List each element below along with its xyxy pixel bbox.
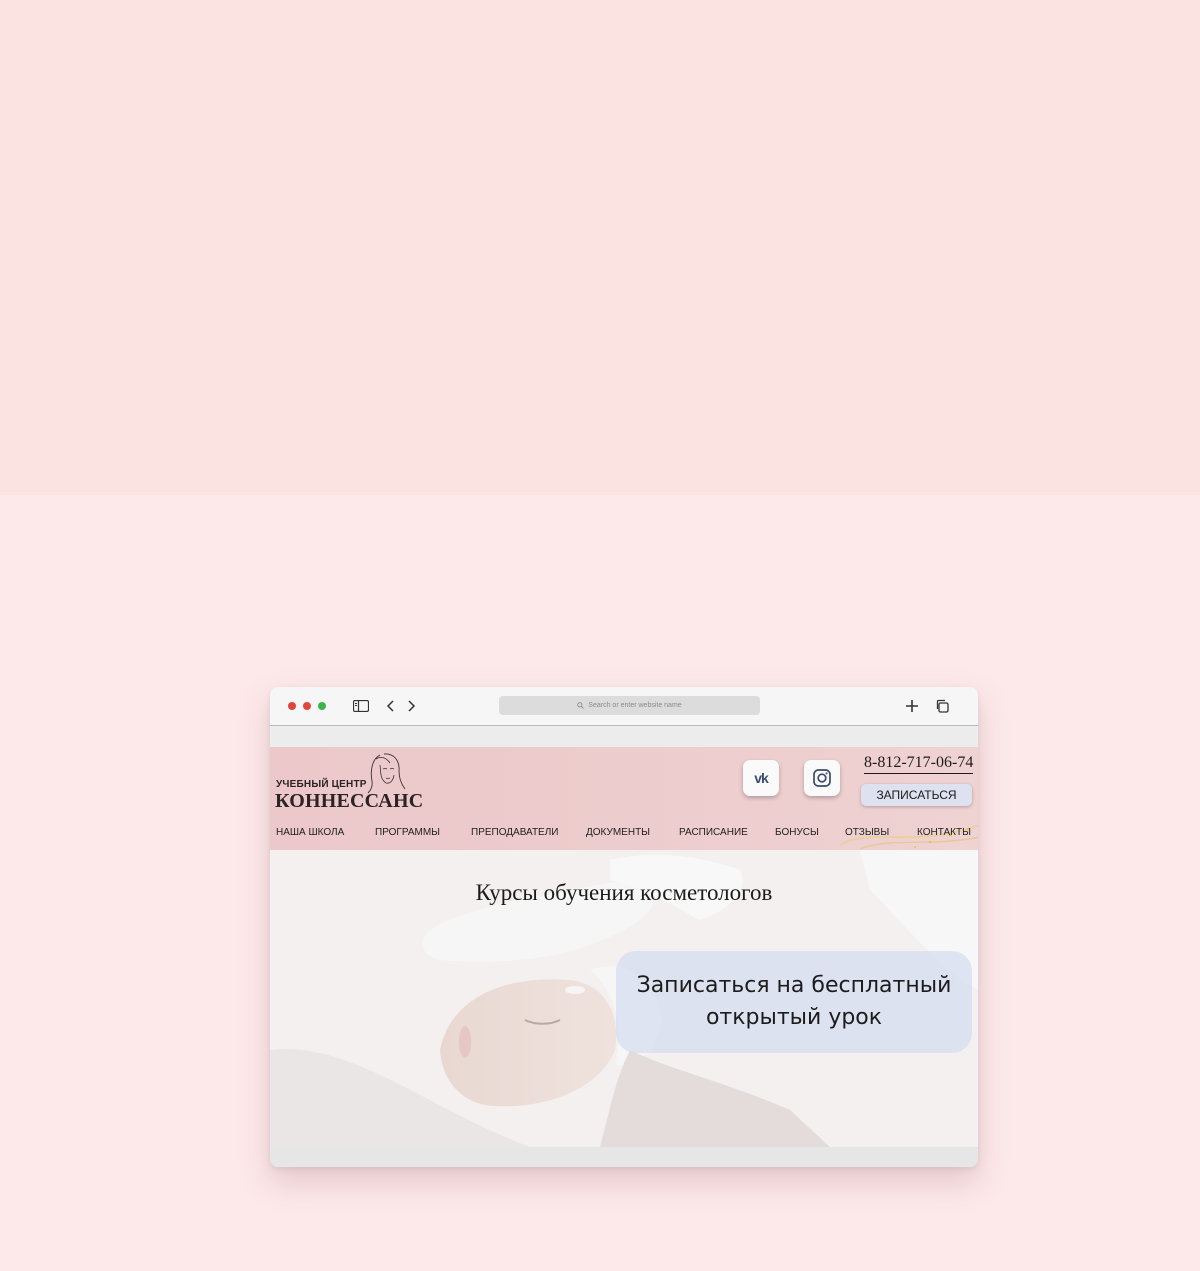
browser-window: Search or enter website name УЧЕБНЫЙ ЦЕН: [270, 687, 978, 1167]
maximize-window-dot[interactable]: [318, 702, 326, 710]
logo-subtitle: УЧЕБНЫЙ ЦЕНТР: [276, 779, 367, 790]
instagram-button[interactable]: [804, 760, 840, 796]
sidebar-icon[interactable]: [352, 698, 370, 714]
address-placeholder: Search or enter website name: [588, 702, 682, 709]
nav-item-reviews[interactable]: ОТЗЫВЫ: [845, 827, 889, 838]
vk-button[interactable]: vk: [743, 760, 779, 796]
logo-face-icon: [367, 753, 406, 794]
browser-bottom: [270, 1147, 978, 1167]
logo-title[interactable]: КОННЕССАНС: [275, 790, 423, 813]
nav-item-programs[interactable]: ПРОГРАММЫ: [375, 827, 440, 838]
hero-section: Курсы обучения косметологов Записаться н…: [270, 850, 978, 1147]
instagram-icon: [813, 769, 831, 787]
page-background: [0, 0, 1200, 495]
new-tab-icon[interactable]: [904, 698, 920, 714]
phone-link[interactable]: 8-812-717-06-74: [864, 754, 974, 774]
browser-content-top: [270, 726, 978, 747]
main-nav: НАША ШКОЛА ПРОГРАММЫ ПРЕПОДАВАТЕЛИ ДОКУМ…: [270, 827, 978, 841]
nav-item-contacts[interactable]: КОНТАКТЫ: [917, 827, 971, 838]
address-bar[interactable]: Search or enter website name: [499, 696, 760, 715]
signup-button[interactable]: ЗАПИСАТЬСЯ: [861, 784, 972, 806]
site-header: УЧЕБНЫЙ ЦЕНТР КОННЕССАНС vk 8-812-717-06…: [270, 747, 978, 850]
search-icon: [577, 702, 585, 709]
forward-icon[interactable]: [405, 698, 419, 714]
browser-toolbar: Search or enter website name: [270, 687, 978, 726]
close-window-dot[interactable]: [288, 702, 296, 710]
vk-icon: vk: [754, 770, 769, 786]
tab-overview-icon[interactable]: [934, 698, 950, 714]
back-icon[interactable]: [383, 698, 397, 714]
free-lesson-button[interactable]: Записаться на бесплатный открытый урок: [616, 951, 972, 1053]
nav-item-documents[interactable]: ДОКУМЕНТЫ: [586, 827, 650, 838]
nav-item-bonuses[interactable]: БОНУСЫ: [775, 827, 819, 838]
nav-item-teachers[interactable]: ПРЕПОДАВАТЕЛИ: [471, 827, 558, 838]
free-lesson-label: Записаться на бесплатный открытый урок: [636, 973, 952, 1030]
hero-title: Курсы обучения косметологов: [475, 880, 773, 905]
nav-item-school[interactable]: НАША ШКОЛА: [276, 827, 344, 838]
minimize-window-dot[interactable]: [303, 702, 311, 710]
nav-item-schedule[interactable]: РАСПИСАНИЕ: [679, 827, 748, 838]
